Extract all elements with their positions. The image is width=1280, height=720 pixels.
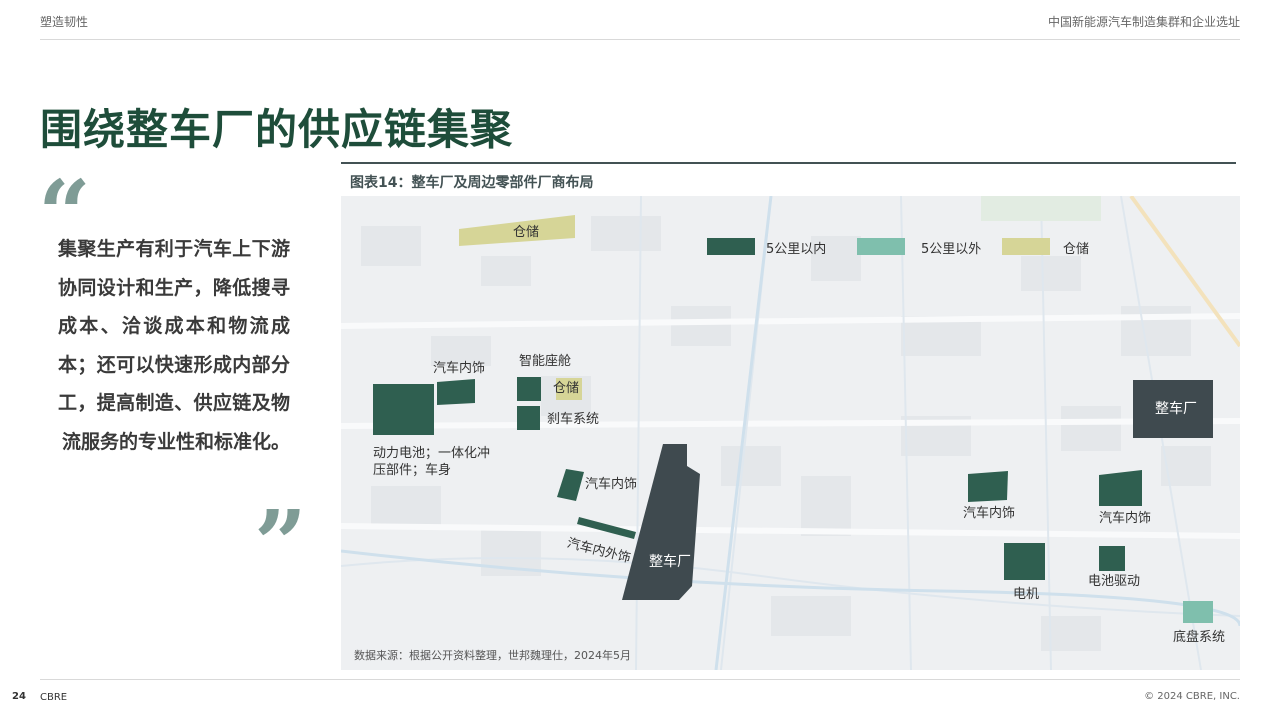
- label-cockpit: 智能座舱: [519, 354, 572, 369]
- label-battery-drive: 电池驱动: [1088, 574, 1141, 589]
- label-battery: 动力电池；一体化冲压部件；车身: [373, 446, 491, 478]
- figure-title: 图表14：整车厂及周边零部件厂商布局: [350, 175, 594, 191]
- copyright: © 2024 CBRE, INC.: [1144, 691, 1240, 702]
- section-label: 塑造韧性: [40, 15, 89, 29]
- legend-swatch-within: [707, 238, 755, 255]
- label-warehouse-top: 仓储: [513, 225, 540, 240]
- map-background: [341, 196, 1240, 670]
- label-motor: 电机: [1013, 587, 1040, 602]
- close-quote-icon: ”: [254, 490, 307, 598]
- source-note: 数据来源：根据公开资料整理，世邦魏理仕，2024年5月: [354, 649, 631, 662]
- pull-quote: 集聚生产有利于汽车上下游协同设计和生产，降低搜寻成本、洽谈成本和物流成本；还可以…: [58, 238, 290, 453]
- label-interior-1: 汽车内饰: [433, 361, 486, 376]
- label-interior-4: 汽车内饰: [1099, 511, 1152, 526]
- legend-label-within: 5公里以内: [766, 242, 827, 257]
- figure-divider: [341, 162, 1236, 164]
- legend-label-outside: 5公里以外: [921, 242, 982, 257]
- label-interior-3: 汽车内饰: [963, 506, 1016, 521]
- page-number: 24: [12, 691, 26, 702]
- label-oem-center: 整车厂: [649, 554, 691, 570]
- page-title: 围绕整车厂的供应链集聚: [40, 105, 514, 154]
- label-chassis: 底盘系统: [1173, 630, 1226, 645]
- report-title: 中国新能源汽车制造集群和企业选址: [1047, 15, 1240, 29]
- label-oem-right: 整车厂: [1155, 401, 1197, 417]
- legend-label-warehouse: 仓储: [1063, 242, 1090, 257]
- label-warehouse-mid: 仓储: [553, 381, 580, 396]
- legend-swatch-outside: [857, 238, 905, 255]
- legend-swatch-warehouse: [1002, 238, 1050, 255]
- header-divider: [40, 39, 1240, 40]
- label-brake: 刹车系统: [547, 412, 600, 427]
- label-interior-2: 汽车内饰: [585, 477, 638, 492]
- brand-name: CBRE: [40, 692, 68, 703]
- footer-divider: [40, 679, 1240, 680]
- supplier-layout-map: 5公里以内 5公里以外 仓储 仓储 汽车内饰 智能座舱 仓储 刹车系统 动力电池…: [341, 196, 1240, 670]
